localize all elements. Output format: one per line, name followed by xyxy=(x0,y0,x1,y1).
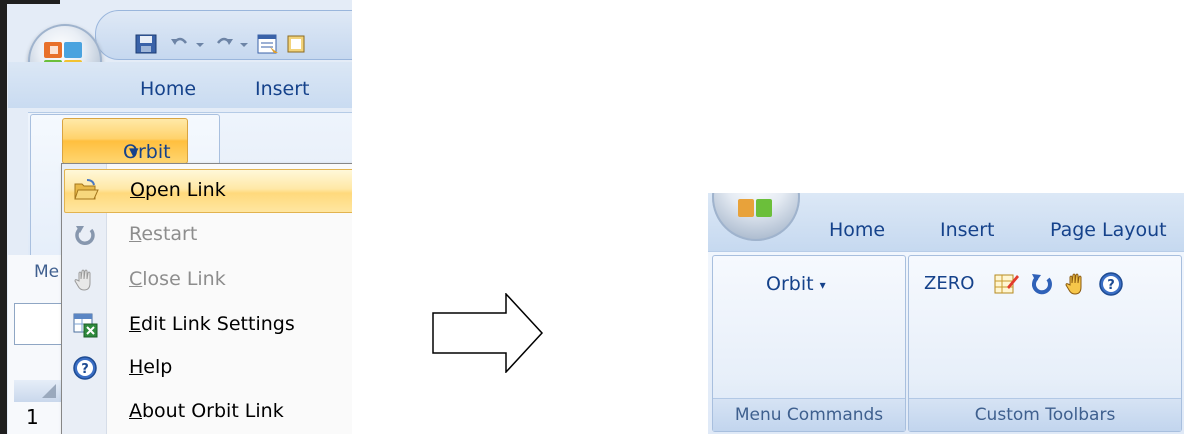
chevron-down-icon: ▾ xyxy=(819,277,826,292)
group-label-partial: Me xyxy=(34,262,60,282)
window-topline xyxy=(0,0,60,4)
select-all-triangle xyxy=(42,384,56,398)
menu-item-help[interactable]: ? Help xyxy=(62,347,352,389)
orbit-button-label: Orbit xyxy=(766,273,814,295)
orbit-menu-button[interactable]: Orbit ▾ xyxy=(766,273,826,295)
undo-dropdown-icon[interactable] xyxy=(194,33,206,55)
hand-icon[interactable] xyxy=(1063,271,1089,297)
restart-icon xyxy=(75,226,95,245)
menu-item-close-link[interactable]: Close Link xyxy=(62,259,352,301)
name-box[interactable] xyxy=(14,303,64,345)
svg-text:?: ? xyxy=(81,362,89,377)
zero-button[interactable]: ZERO xyxy=(924,273,974,294)
group-label-menu-commands: Menu Commands xyxy=(713,398,905,431)
tab-home[interactable]: Home xyxy=(140,78,196,100)
mnemonic-h: H xyxy=(129,356,144,378)
mnemonic-a: A xyxy=(129,400,142,422)
svg-text:?: ? xyxy=(1107,278,1115,293)
mnemonic-e: E xyxy=(129,313,142,335)
row-header-1: 1 xyxy=(26,405,39,429)
menu-label-open-link: pen Link xyxy=(144,179,226,201)
save-icon[interactable] xyxy=(134,33,158,55)
tab-insert[interactable]: Insert xyxy=(255,78,310,100)
menu-item-restart[interactable]: Restart xyxy=(62,214,352,256)
redo-icon[interactable] xyxy=(212,33,236,55)
ribbon-after-panel: Home Insert Page Layout Menu Commands Cu… xyxy=(708,193,1184,434)
menu-label-about-orbit-link: bout Orbit Link xyxy=(142,400,284,422)
menu-item-edit-link-settings[interactable]: Edit Link Settings xyxy=(62,304,352,346)
menu-label-edit-link-settings: dit Link Settings xyxy=(141,313,295,335)
tab-page-layout[interactable]: Page Layout xyxy=(1050,219,1167,241)
tab-home[interactable]: Home xyxy=(829,219,885,241)
folder-open-icon xyxy=(74,179,99,200)
group-label-custom-toolbars: Custom Toolbars xyxy=(909,398,1181,431)
quick-access-toolbar xyxy=(95,10,352,60)
tab-insert[interactable]: Insert xyxy=(940,219,995,241)
menu-label-close-link: lose Link xyxy=(142,268,226,290)
menu-label-restart: estart xyxy=(141,223,198,245)
form-icon[interactable] xyxy=(256,33,280,55)
menu-item-open-link[interactable]: Open Link xyxy=(64,169,352,213)
redo-dropdown-icon[interactable] xyxy=(238,33,250,55)
office-logo-icon xyxy=(738,199,772,217)
toolbar-extra-icon[interactable] xyxy=(286,33,310,55)
excel-settings-icon xyxy=(73,313,98,338)
mnemonic-r: R xyxy=(129,223,142,245)
hand-icon xyxy=(74,269,91,291)
mnemonic-c: C xyxy=(129,268,143,290)
undo-icon[interactable] xyxy=(168,33,192,55)
transition-arrow-icon xyxy=(432,293,544,373)
orbit-menu-button[interactable]: Orbit ▾ xyxy=(62,118,188,164)
help-icon: ? xyxy=(73,356,97,380)
restart-icon[interactable] xyxy=(1029,271,1055,297)
help-icon[interactable]: ? xyxy=(1098,271,1124,297)
ribbon-before-panel: Home Insert Me 1 Orbit ▾ Open Link Restar… xyxy=(0,0,352,434)
spreadsheet-edit-icon[interactable] xyxy=(993,271,1019,297)
chevron-down-icon: ▾ xyxy=(129,141,139,163)
mnemonic-o: O xyxy=(130,179,145,201)
menu-item-about-orbit-link[interactable]: About Orbit Link xyxy=(62,391,352,433)
menu-label-help: elp xyxy=(143,356,173,378)
orbit-dropdown-menu: Open Link Restart Close Link Edit Link S… xyxy=(61,163,352,434)
select-all-corner[interactable] xyxy=(14,380,64,402)
window-edge xyxy=(0,0,7,434)
